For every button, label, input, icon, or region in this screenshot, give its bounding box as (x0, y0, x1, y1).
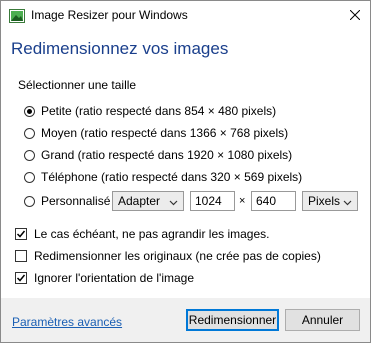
advanced-settings-link[interactable]: Paramètres avancés (12, 315, 122, 329)
size-section-label: Sélectionner une taille (18, 78, 137, 92)
size-option-label: Téléphone (ratio respecté dans 320 × 569… (41, 170, 303, 184)
size-option-phone[interactable]: Téléphone (ratio respecté dans 320 × 569… (24, 168, 302, 186)
window-title: Image Resizer pour Windows (31, 8, 188, 22)
height-input[interactable]: 640 (251, 191, 296, 211)
option-no-enlarge[interactable]: Le cas échéant, ne pas agrandir les imag… (15, 225, 269, 243)
size-option-small[interactable]: Petite (ratio respecté dans 854 × 480 pi… (24, 102, 276, 120)
size-option-label: Personnalisé (41, 194, 111, 208)
unit-value: Pixels (308, 194, 341, 208)
option-label: Redimensionner les originaux (ne crée pa… (34, 249, 321, 263)
radio-button-selected[interactable] (24, 105, 35, 117)
image-resizer-app-icon (9, 9, 25, 23)
radio-button[interactable] (24, 149, 35, 161)
option-label: Le cas échéant, ne pas agrandir les imag… (34, 227, 270, 241)
size-option-label: Petite (ratio respecté dans 854 × 480 pi… (41, 104, 277, 118)
option-ignore-orientation[interactable]: Ignorer l'orientation de l'image (15, 269, 194, 287)
chevron-down-icon (343, 196, 352, 210)
size-option-label: Moyen (ratio respecté dans 1366 × 768 pi… (41, 126, 289, 140)
close-button[interactable] (340, 1, 370, 30)
size-option-medium[interactable]: Moyen (ratio respecté dans 1366 × 768 pi… (24, 124, 288, 142)
fit-mode-dropdown[interactable]: Adapter (112, 191, 184, 211)
fit-mode-value: Adapter (118, 194, 161, 208)
option-label: Ignorer l'orientation de l'image (34, 271, 195, 285)
option-resize-originals[interactable]: Redimensionner les originaux (ne crée pa… (15, 247, 321, 265)
checkbox-unchecked[interactable] (15, 250, 27, 262)
width-input[interactable]: 1024 (190, 191, 235, 211)
unit-dropdown[interactable]: Pixels (302, 191, 358, 211)
radio-button[interactable] (24, 195, 35, 207)
page-heading: Redimensionnez vos images (11, 39, 229, 58)
size-option-custom[interactable]: Personnalisé (24, 192, 110, 210)
resize-button[interactable]: Redimensionner (186, 309, 279, 331)
times-symbol: × (239, 195, 246, 207)
checkbox-checked[interactable] (15, 228, 27, 240)
size-option-large[interactable]: Grand (ratio respecté dans 1920 × 1080 p… (24, 146, 292, 164)
chevron-down-icon (169, 196, 178, 210)
radio-button[interactable] (24, 171, 35, 183)
dialog-content: Redimensionnez vos images Sélectionner u… (1, 30, 370, 298)
close-icon (349, 9, 361, 23)
image-resizer-dialog: Image Resizer pour Windows Redimensionne… (0, 0, 371, 343)
dialog-footer: Paramètres avancés Redimensionner Annule… (1, 298, 370, 342)
checkbox-checked[interactable] (15, 272, 27, 284)
radio-button[interactable] (24, 127, 35, 139)
size-option-label: Grand (ratio respecté dans 1920 × 1080 p… (41, 148, 293, 162)
cancel-button[interactable]: Annuler (285, 309, 360, 331)
title-bar: Image Resizer pour Windows (1, 1, 370, 30)
